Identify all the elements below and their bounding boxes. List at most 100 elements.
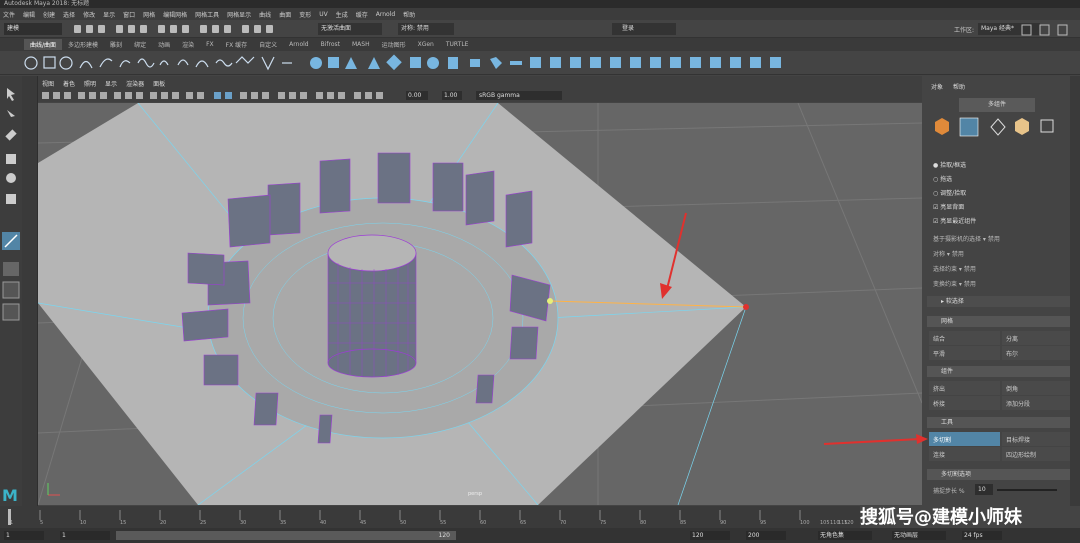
viewport-menu-lighting[interactable]: 照明 (84, 79, 96, 88)
smooth-button[interactable]: 平滑 (929, 346, 1000, 360)
shelf-tab-rendering[interactable]: 渲染 (176, 39, 200, 50)
shelf-tab-mash[interactable]: MASH (346, 40, 376, 49)
single-view-icon[interactable] (3, 262, 19, 276)
separate-button[interactable]: 分离 (1002, 331, 1073, 345)
menu-help[interactable]: 帮助 (403, 10, 415, 19)
panel-tab-help[interactable]: 帮助 (953, 82, 965, 91)
menu-modify[interactable]: 修改 (83, 10, 95, 19)
paint-select-icon[interactable] (5, 129, 17, 141)
shelf-tab-fx-cache[interactable]: FX 缓存 (220, 39, 253, 50)
scale-tool-icon[interactable] (6, 194, 16, 204)
menu-select[interactable]: 选择 (63, 10, 75, 19)
component-mode-icons[interactable] (931, 116, 1063, 138)
shelf-tab-arnold[interactable]: Arnold (283, 40, 314, 49)
camera-based-row[interactable]: 基于摄影机的选择 ▾ 禁用 (933, 232, 1073, 247)
boolean-button[interactable]: 布尔 (1002, 346, 1073, 360)
shelf-tab-turtle[interactable]: TURTLE (440, 40, 475, 49)
shelf-tab-sculpt[interactable]: 雕刻 (104, 39, 128, 50)
add-divisions-button[interactable]: 添加分段 (1002, 396, 1073, 410)
range-slider[interactable]: 120 (116, 531, 456, 540)
combine-button[interactable]: 结合 (929, 331, 1000, 345)
character-set-select[interactable]: 无角色集 (818, 531, 872, 540)
extrude-button[interactable]: 挤出 (929, 381, 1000, 395)
symmetry-row[interactable]: 对称 ▾ 禁用 (933, 247, 1073, 262)
shelf-tab-bifrost[interactable]: Bifrost (315, 40, 346, 49)
menu-edit[interactable]: 编辑 (23, 10, 35, 19)
bevel-button[interactable]: 倒角 (1002, 381, 1073, 395)
panel-tab-object[interactable]: 对象 (931, 82, 943, 91)
target-weld-button[interactable]: 目标焊接 (1002, 432, 1073, 446)
rotate-tool-icon[interactable] (6, 173, 16, 183)
snap-step-field[interactable]: 10 (975, 484, 993, 495)
menu-create[interactable]: 创建 (43, 10, 55, 19)
move-tool-icon[interactable] (6, 154, 16, 164)
menu-generate[interactable]: 生成 (336, 10, 348, 19)
live-surface-field[interactable]: 无激活曲面 (318, 23, 382, 35)
shelf-tab-curves[interactable]: 曲线/曲面 (24, 39, 63, 50)
option-pick-marquee[interactable]: ● 拾取/框选 (933, 159, 976, 173)
colorspace-select[interactable]: sRGB gamma (476, 91, 562, 100)
soft-select-section[interactable]: ▸ 软选择 (927, 296, 1075, 307)
menu-arnold[interactable]: Arnold (376, 11, 395, 18)
menu-edit-mesh[interactable]: 编辑网格 (163, 10, 187, 19)
shelf-tab-poly[interactable]: 多边形建模 (62, 39, 104, 50)
shelf-tab-rigging[interactable]: 绑定 (128, 39, 152, 50)
range-end-field[interactable]: 120 (690, 531, 730, 540)
anim-layer-select[interactable]: 无动画层 (892, 531, 946, 540)
snap-step-slider[interactable] (997, 489, 1057, 491)
viewport-menu-panels[interactable]: 面板 (153, 79, 165, 88)
checkbox-nearest[interactable]: ☑ 亮显最近组件 (933, 215, 976, 229)
mesh-section-header[interactable]: 网格 (927, 316, 1075, 327)
range-start-field[interactable]: 1 (60, 531, 110, 540)
multicut-options-header[interactable]: 多切割选项 (927, 469, 1075, 480)
anim-end-field[interactable]: 200 (746, 531, 786, 540)
multi-component-button[interactable]: 多组件 (959, 98, 1035, 112)
connect-button[interactable]: 连接 (929, 447, 1000, 461)
two-view-icon[interactable] (2, 303, 20, 321)
menu-file[interactable]: 文件 (3, 10, 15, 19)
shelf-tab-animation[interactable]: 动画 (152, 39, 176, 50)
option-drag[interactable]: ○ 拖选 (933, 173, 976, 187)
selection-constraint-row[interactable]: 选择约束 ▾ 禁用 (933, 262, 1073, 277)
menu-cache[interactable]: 缓存 (356, 10, 368, 19)
lasso-tool-icon[interactable] (7, 110, 15, 117)
menu-mesh-display[interactable]: 网格显示 (227, 10, 251, 19)
shelf-tab-motion-graphics[interactable]: 运动图形 (376, 39, 412, 50)
shelf-tab-xgen[interactable]: XGen (412, 40, 440, 49)
menu-mesh-tools[interactable]: 网格工具 (195, 10, 219, 19)
bridge-button[interactable]: 桥接 (929, 396, 1000, 410)
near-clip-field[interactable]: 0.00 (406, 91, 428, 100)
viewport-menu-renderer[interactable]: 渲染器 (126, 79, 144, 88)
four-view-icon[interactable] (2, 281, 20, 299)
option-tweak[interactable]: ○ 调整/拾取 (933, 187, 976, 201)
menu-surfaces[interactable]: 曲面 (279, 10, 291, 19)
select-tool-icon[interactable] (7, 88, 15, 101)
shelf-tab-custom[interactable]: 自定义 (253, 39, 283, 50)
fps-select[interactable]: 24 fps (962, 531, 1002, 540)
menu-curves[interactable]: 曲线 (259, 10, 271, 19)
tools-section-header[interactable]: 工具 (927, 417, 1075, 428)
multicut-button[interactable]: 多切割 (929, 432, 1000, 446)
viewport-icon-row[interactable] (42, 91, 402, 101)
viewport-menu-view[interactable]: 视图 (42, 79, 54, 88)
mode-select[interactable]: 建模 (4, 23, 62, 35)
start-frame-field[interactable]: 1 (4, 531, 44, 540)
viewport-menu-show[interactable]: 显示 (105, 79, 117, 88)
symmetry-field[interactable]: 对称: 禁用 (398, 23, 454, 35)
far-clip-field[interactable]: 1.00 (442, 91, 462, 100)
curve-and-poly-tool-icons[interactable] (0, 51, 800, 75)
menu-mesh[interactable]: 网格 (143, 10, 155, 19)
menu-uv[interactable]: UV (319, 11, 328, 18)
menu-window[interactable]: 窗口 (123, 10, 135, 19)
transform-constraint-row[interactable]: 变换约束 ▾ 禁用 (933, 277, 1073, 292)
menu-deform[interactable]: 变形 (299, 10, 311, 19)
menu-display[interactable]: 显示 (103, 10, 115, 19)
perspective-viewport[interactable]: persp (38, 103, 922, 505)
viewport-menu-shading[interactable]: 着色 (63, 79, 75, 88)
time-slider[interactable]: 1 5 10 15 20 25 30 35 40 45 50 55 60 65 … (0, 506, 860, 528)
cut-start-vertex[interactable] (547, 298, 553, 304)
quad-draw-button[interactable]: 四边形绘制 (1002, 447, 1073, 461)
components-section-header[interactable]: 组件 (927, 366, 1075, 377)
shelf-tab-fx[interactable]: FX (200, 40, 220, 49)
cut-end-vertex[interactable] (743, 304, 749, 310)
